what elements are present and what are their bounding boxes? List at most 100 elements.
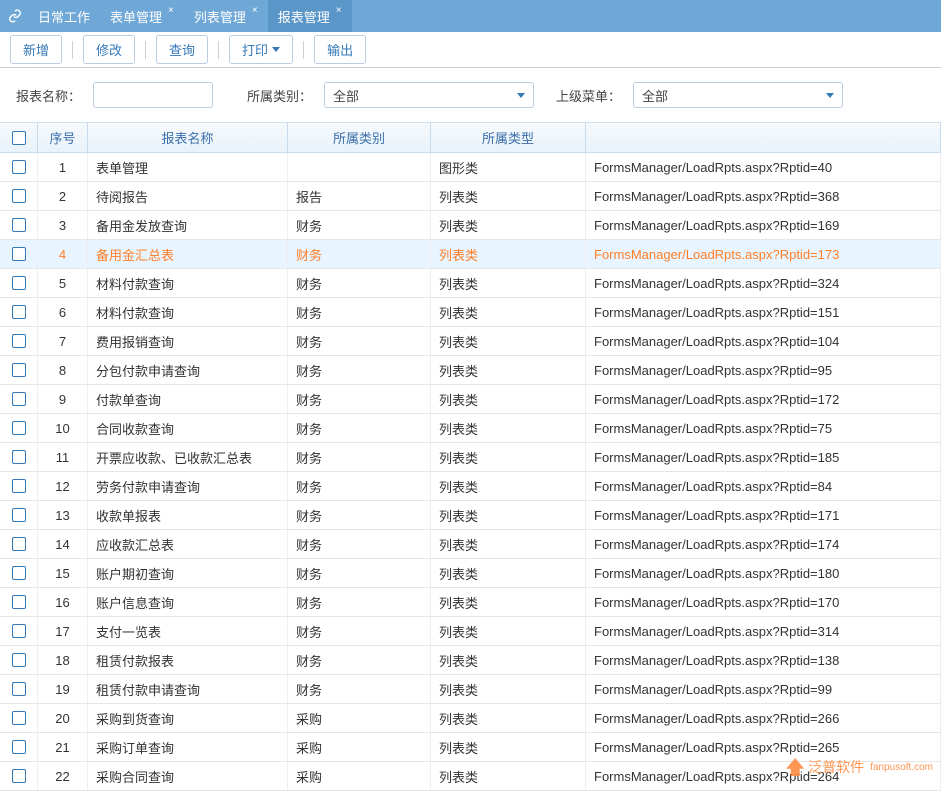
add-button[interactable]: 新增 [10,35,62,64]
row-checkbox[interactable] [12,276,26,290]
table-row[interactable]: 7费用报销查询财务列表类FormsManager/LoadRpts.aspx?R… [0,327,941,356]
cell-category: 财务 [288,356,431,384]
cell-type: 图形类 [431,153,586,181]
cell-url: FormsManager/LoadRpts.aspx?Rptid=173 [586,240,941,268]
table-row[interactable]: 22采购合同查询采购列表类FormsManager/LoadRpts.aspx?… [0,762,941,791]
header-category[interactable]: 所属类别 [288,123,431,152]
row-checkbox[interactable] [12,334,26,348]
row-checkbox[interactable] [12,711,26,725]
table-row[interactable]: 16账户信息查询财务列表类FormsManager/LoadRpts.aspx?… [0,588,941,617]
row-checkbox[interactable] [12,218,26,232]
cell-seq: 5 [38,269,88,297]
chevron-down-icon [272,47,280,52]
row-checkbox-cell [0,182,38,210]
table-row[interactable]: 8分包付款申请查询财务列表类FormsManager/LoadRpts.aspx… [0,356,941,385]
row-checkbox[interactable] [12,653,26,667]
table-row[interactable]: 3备用金发放查询财务列表类FormsManager/LoadRpts.aspx?… [0,211,941,240]
row-checkbox[interactable] [12,508,26,522]
select-all-checkbox[interactable] [12,131,26,145]
cell-category: 财务 [288,472,431,500]
row-checkbox[interactable] [12,160,26,174]
cell-seq: 14 [38,530,88,558]
cell-category: 财务 [288,530,431,558]
cell-url: FormsManager/LoadRpts.aspx?Rptid=40 [586,153,941,181]
row-checkbox[interactable] [12,421,26,435]
table-row[interactable]: 9付款单查询财务列表类FormsManager/LoadRpts.aspx?Rp… [0,385,941,414]
print-button[interactable]: 打印 [229,35,293,64]
cell-category: 采购 [288,733,431,761]
cell-type: 列表类 [431,356,586,384]
tab-2[interactable]: 列表管理 × [184,0,268,32]
header-seq[interactable]: 序号 [38,123,88,152]
table-row[interactable]: 20采购到货查询采购列表类FormsManager/LoadRpts.aspx?… [0,704,941,733]
row-checkbox-cell [0,704,38,732]
table-row[interactable]: 5材料付款查询财务列表类FormsManager/LoadRpts.aspx?R… [0,269,941,298]
cell-category [288,153,431,181]
row-checkbox[interactable] [12,624,26,638]
cell-url: FormsManager/LoadRpts.aspx?Rptid=75 [586,414,941,442]
table-row[interactable]: 10合同收款查询财务列表类FormsManager/LoadRpts.aspx?… [0,414,941,443]
cell-name: 采购到货查询 [88,704,288,732]
edit-button[interactable]: 修改 [83,35,135,64]
parent-menu-label: 上级菜单： [556,86,621,105]
row-checkbox[interactable] [12,595,26,609]
close-icon[interactable]: × [168,5,174,16]
table-row[interactable]: 21采购订单查询采购列表类FormsManager/LoadRpts.aspx?… [0,733,941,762]
row-checkbox-cell [0,327,38,355]
parent-menu-dropdown[interactable]: 全部 [633,82,843,108]
row-checkbox-cell [0,472,38,500]
cell-name: 备用金发放查询 [88,211,288,239]
table-row[interactable]: 4备用金汇总表财务列表类FormsManager/LoadRpts.aspx?R… [0,240,941,269]
row-checkbox[interactable] [12,566,26,580]
row-checkbox[interactable] [12,769,26,783]
table-row[interactable]: 14应收款汇总表财务列表类FormsManager/LoadRpts.aspx?… [0,530,941,559]
table-row[interactable]: 19租赁付款申请查询财务列表类FormsManager/LoadRpts.asp… [0,675,941,704]
row-checkbox-cell [0,501,38,529]
table-row[interactable]: 6材料付款查询财务列表类FormsManager/LoadRpts.aspx?R… [0,298,941,327]
row-checkbox[interactable] [12,247,26,261]
row-checkbox[interactable] [12,682,26,696]
table-row[interactable]: 11开票应收款、已收款汇总表财务列表类FormsManager/LoadRpts… [0,443,941,472]
cell-url: FormsManager/LoadRpts.aspx?Rptid=266 [586,704,941,732]
tab-3[interactable]: 报表管理× [268,0,352,32]
row-checkbox[interactable] [12,740,26,754]
cell-seq: 2 [38,182,88,210]
row-checkbox[interactable] [12,537,26,551]
row-checkbox[interactable] [12,450,26,464]
tab-label: 列表管理 [194,7,246,26]
cell-category: 财务 [288,501,431,529]
row-checkbox[interactable] [12,392,26,406]
header-type[interactable]: 所属类型 [431,123,586,152]
close-icon[interactable]: × [336,5,342,16]
row-checkbox[interactable] [12,479,26,493]
table-row[interactable]: 13收款单报表财务列表类FormsManager/LoadRpts.aspx?R… [0,501,941,530]
cell-type: 列表类 [431,182,586,210]
cell-name: 支付一览表 [88,617,288,645]
report-name-input[interactable] [93,82,213,108]
table-row[interactable]: 17支付一览表财务列表类FormsManager/LoadRpts.aspx?R… [0,617,941,646]
row-checkbox[interactable] [12,363,26,377]
table-row[interactable]: 2待阅报告报告列表类FormsManager/LoadRpts.aspx?Rpt… [0,182,941,211]
row-checkbox[interactable] [12,305,26,319]
row-checkbox-cell [0,588,38,616]
tab-1[interactable]: 表单管理× [100,0,184,32]
cell-category: 财务 [288,327,431,355]
row-checkbox[interactable] [12,189,26,203]
header-name[interactable]: 报表名称 [88,123,288,152]
table-row[interactable]: 18租赁付款报表财务列表类FormsManager/LoadRpts.aspx?… [0,646,941,675]
query-button[interactable]: 查询 [156,35,208,64]
table-row[interactable]: 12劳务付款申请查询财务列表类FormsManager/LoadRpts.asp… [0,472,941,501]
tab-0[interactable]: 日常工作 [28,0,100,32]
cell-url: FormsManager/LoadRpts.aspx?Rptid=174 [586,530,941,558]
cell-type: 列表类 [431,733,586,761]
cell-seq: 21 [38,733,88,761]
table-row[interactable]: 1表单管理图形类FormsManager/LoadRpts.aspx?Rptid… [0,153,941,182]
category-dropdown[interactable]: 全部 [324,82,534,108]
header-url[interactable] [586,123,941,152]
cell-type: 列表类 [431,472,586,500]
cell-type: 列表类 [431,588,586,616]
tab-bar: 日常工作表单管理×列表管理×报表管理× [0,0,941,32]
export-button[interactable]: 输出 [314,35,366,64]
close-icon[interactable]: × [252,5,258,16]
table-row[interactable]: 15账户期初查询财务列表类FormsManager/LoadRpts.aspx?… [0,559,941,588]
